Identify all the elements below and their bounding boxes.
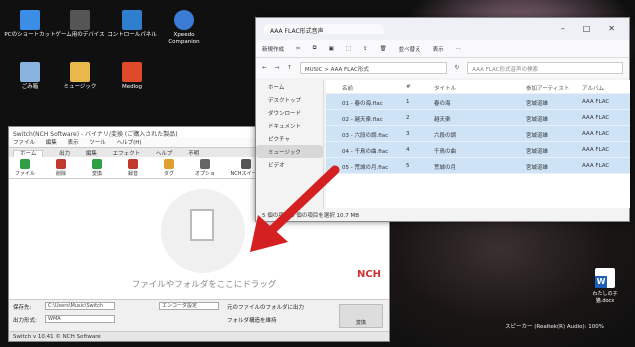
explorer-tab[interactable]: AAA FLAC形式音声 bbox=[264, 24, 384, 35]
monitor-icon bbox=[20, 10, 40, 30]
add-file-icon bbox=[20, 159, 30, 169]
drag-arrow-icon bbox=[250, 165, 340, 252]
menu-view[interactable]: 表示 bbox=[68, 140, 79, 146]
column-artist[interactable]: 参加アーティスト bbox=[526, 84, 582, 93]
device-icon bbox=[70, 10, 90, 30]
options-icon bbox=[200, 159, 210, 169]
explorer-title-bar: AAA FLAC形式音声 – □ ✕ bbox=[256, 18, 629, 40]
table-row[interactable]: 04 - 千鳥の曲.flac 4 千鳥の曲 宮城道雄 AAA FLAC bbox=[326, 142, 630, 158]
view-button[interactable]: 表示 bbox=[433, 45, 444, 53]
encoder-settings-button[interactable]: エンコーダ設定 bbox=[159, 302, 219, 310]
nav-item-downloads[interactable]: ダウンロード bbox=[256, 106, 323, 119]
file-list-header: 名前 # タイトル 参加アーティスト アルバム bbox=[326, 80, 630, 94]
share-icon[interactable]: ⇪ bbox=[363, 46, 368, 52]
column-name[interactable]: 名前 bbox=[326, 84, 406, 93]
convert-button[interactable]: 変換 bbox=[339, 304, 383, 328]
tab-edit[interactable]: 編集 bbox=[86, 151, 97, 157]
delete-button[interactable]: 削除 bbox=[49, 159, 73, 177]
sort-button[interactable]: 並べ替え bbox=[399, 45, 421, 53]
checkbox-output-same-folder[interactable]: 元のファイルのフォルダに出力 bbox=[227, 303, 304, 311]
nch-logo: NCH bbox=[356, 269, 382, 280]
tag-icon bbox=[164, 159, 174, 169]
tab-other[interactable]: 不明 bbox=[188, 151, 199, 157]
desktop-icon-word-doc[interactable]: W わたしの子猫.docx bbox=[585, 268, 625, 304]
tab-help[interactable]: ヘルプ bbox=[156, 151, 173, 157]
tag-button[interactable]: タグ bbox=[157, 159, 181, 177]
close-icon[interactable]: ✕ bbox=[608, 24, 615, 34]
explorer-address-row: ← → ↑ MUSIC > AAA FLAC形式 ↻ AAA FLAC形式音声の… bbox=[256, 58, 629, 78]
nav-item-documents[interactable]: ドキュメント bbox=[256, 119, 323, 132]
new-button[interactable]: 新規作成 bbox=[262, 45, 284, 53]
output-format-label: 出力形式: bbox=[13, 318, 37, 324]
delete-icon[interactable]: 🗑 bbox=[380, 46, 387, 52]
desktop-icon-medlog[interactable]: Medlog bbox=[106, 62, 158, 91]
table-row[interactable]: 01 - 春の海.flac 1 春の海 宮城道雄 AAA FLAC bbox=[326, 94, 630, 110]
desktop-icon-control-panel[interactable]: コントロールパネル bbox=[106, 10, 158, 39]
medlog-icon bbox=[122, 62, 142, 82]
nav-item-desktop[interactable]: デスクトップ bbox=[256, 93, 323, 106]
refresh-icon[interactable]: ↻ bbox=[455, 65, 460, 71]
column-number[interactable]: # bbox=[406, 84, 434, 93]
nav-item-pictures[interactable]: ピクチャ bbox=[256, 132, 323, 145]
add-file-button[interactable]: ファイル bbox=[13, 159, 37, 177]
save-folder-label: 保存先: bbox=[13, 305, 32, 311]
menu-file[interactable]: ファイル bbox=[13, 140, 35, 146]
word-document-icon: W bbox=[595, 268, 615, 288]
xpeedo-icon bbox=[174, 10, 194, 30]
output-format-select[interactable]: WMA bbox=[45, 315, 115, 323]
record-icon bbox=[128, 159, 138, 169]
desktop-icon-pc[interactable]: PCのショートカット bbox=[4, 10, 56, 39]
column-album[interactable]: アルバム bbox=[582, 84, 622, 93]
switch-status-bar: Switch v 10.41 © NCH Software bbox=[9, 331, 389, 341]
back-icon[interactable]: ← bbox=[262, 65, 267, 71]
desktop-icon-device[interactable]: ゲーム用のデバイス bbox=[54, 10, 106, 39]
control-panel-icon bbox=[122, 10, 142, 30]
record-button[interactable]: 録音 bbox=[121, 159, 145, 177]
tab-effect[interactable]: エフェクト bbox=[113, 151, 141, 157]
table-row[interactable]: 03 - 六段の調.flac 3 六段の調 宮城道雄 AAA FLAC bbox=[326, 126, 630, 142]
paste-icon[interactable]: ▣ bbox=[329, 46, 334, 52]
save-folder-field[interactable]: C:\Users\Music\Switch bbox=[45, 302, 115, 310]
delete-icon bbox=[56, 159, 66, 169]
nav-item-home[interactable]: ホーム bbox=[256, 80, 323, 93]
drop-file-icon bbox=[190, 209, 214, 241]
table-row[interactable]: 05 - 荒城の月.flac 5 荒城の月 宮城道雄 AAA FLAC bbox=[326, 158, 630, 174]
table-row[interactable]: 02 - 越天楽.flac 2 越天楽 宮城道雄 AAA FLAC bbox=[326, 110, 630, 126]
recycle-bin-icon bbox=[20, 62, 40, 82]
menu-help[interactable]: ヘルプ(H) bbox=[117, 140, 142, 146]
menu-edit[interactable]: 編集 bbox=[46, 140, 57, 146]
desktop-icon-xpeedo[interactable]: Xpeedo Companion bbox=[158, 10, 210, 46]
drop-hint-text: ファイルやフォルダをここにドラッグ bbox=[131, 280, 277, 290]
search-input[interactable]: AAA FLAC形式音声の検索 bbox=[467, 62, 623, 74]
volume-indicator: スピーカー (Realtek(R) Audio): 100% bbox=[505, 324, 604, 330]
maximize-icon[interactable]: □ bbox=[583, 24, 591, 34]
menu-tools[interactable]: ツール bbox=[89, 140, 106, 146]
address-bar[interactable]: MUSIC > AAA FLAC形式 bbox=[299, 62, 447, 74]
convert-ribbon-button[interactable]: 変換 bbox=[85, 159, 109, 177]
explorer-command-bar: 新規作成 ✂ ⧉ ▣ ⬚ ⇪ 🗑 並べ替え 表示 ··· bbox=[256, 40, 629, 58]
minimize-icon[interactable]: – bbox=[561, 24, 565, 34]
folder-icon bbox=[70, 62, 90, 82]
rename-icon[interactable]: ⬚ bbox=[346, 46, 351, 52]
tab-home[interactable]: ホーム bbox=[13, 150, 44, 157]
options-button[interactable]: オプション bbox=[193, 159, 217, 184]
desktop-icon-music[interactable]: ミュージック bbox=[54, 62, 106, 91]
file-list: 名前 # タイトル 参加アーティスト アルバム 01 - 春の海.flac 1 春の… bbox=[326, 80, 630, 208]
checkbox-keep-structure[interactable]: フォルダ構造を維持 bbox=[227, 316, 277, 324]
convert-icon bbox=[92, 159, 102, 169]
more-icon[interactable]: ··· bbox=[456, 46, 461, 52]
up-icon[interactable]: ↑ bbox=[287, 65, 292, 71]
column-title[interactable]: タイトル bbox=[434, 84, 526, 93]
cut-icon[interactable]: ✂ bbox=[296, 46, 301, 52]
copy-icon[interactable]: ⧉ bbox=[313, 45, 317, 52]
desktop-icon-recycle-bin[interactable]: ごみ箱 bbox=[4, 62, 56, 91]
switch-output-panel: 保存先: C:\Users\Music\Switch 出力形式: WMA エンコ… bbox=[9, 299, 389, 331]
forward-icon[interactable]: → bbox=[275, 65, 280, 71]
tab-output[interactable]: 出力 bbox=[59, 151, 70, 157]
nav-item-music[interactable]: ミュージック bbox=[256, 145, 323, 158]
